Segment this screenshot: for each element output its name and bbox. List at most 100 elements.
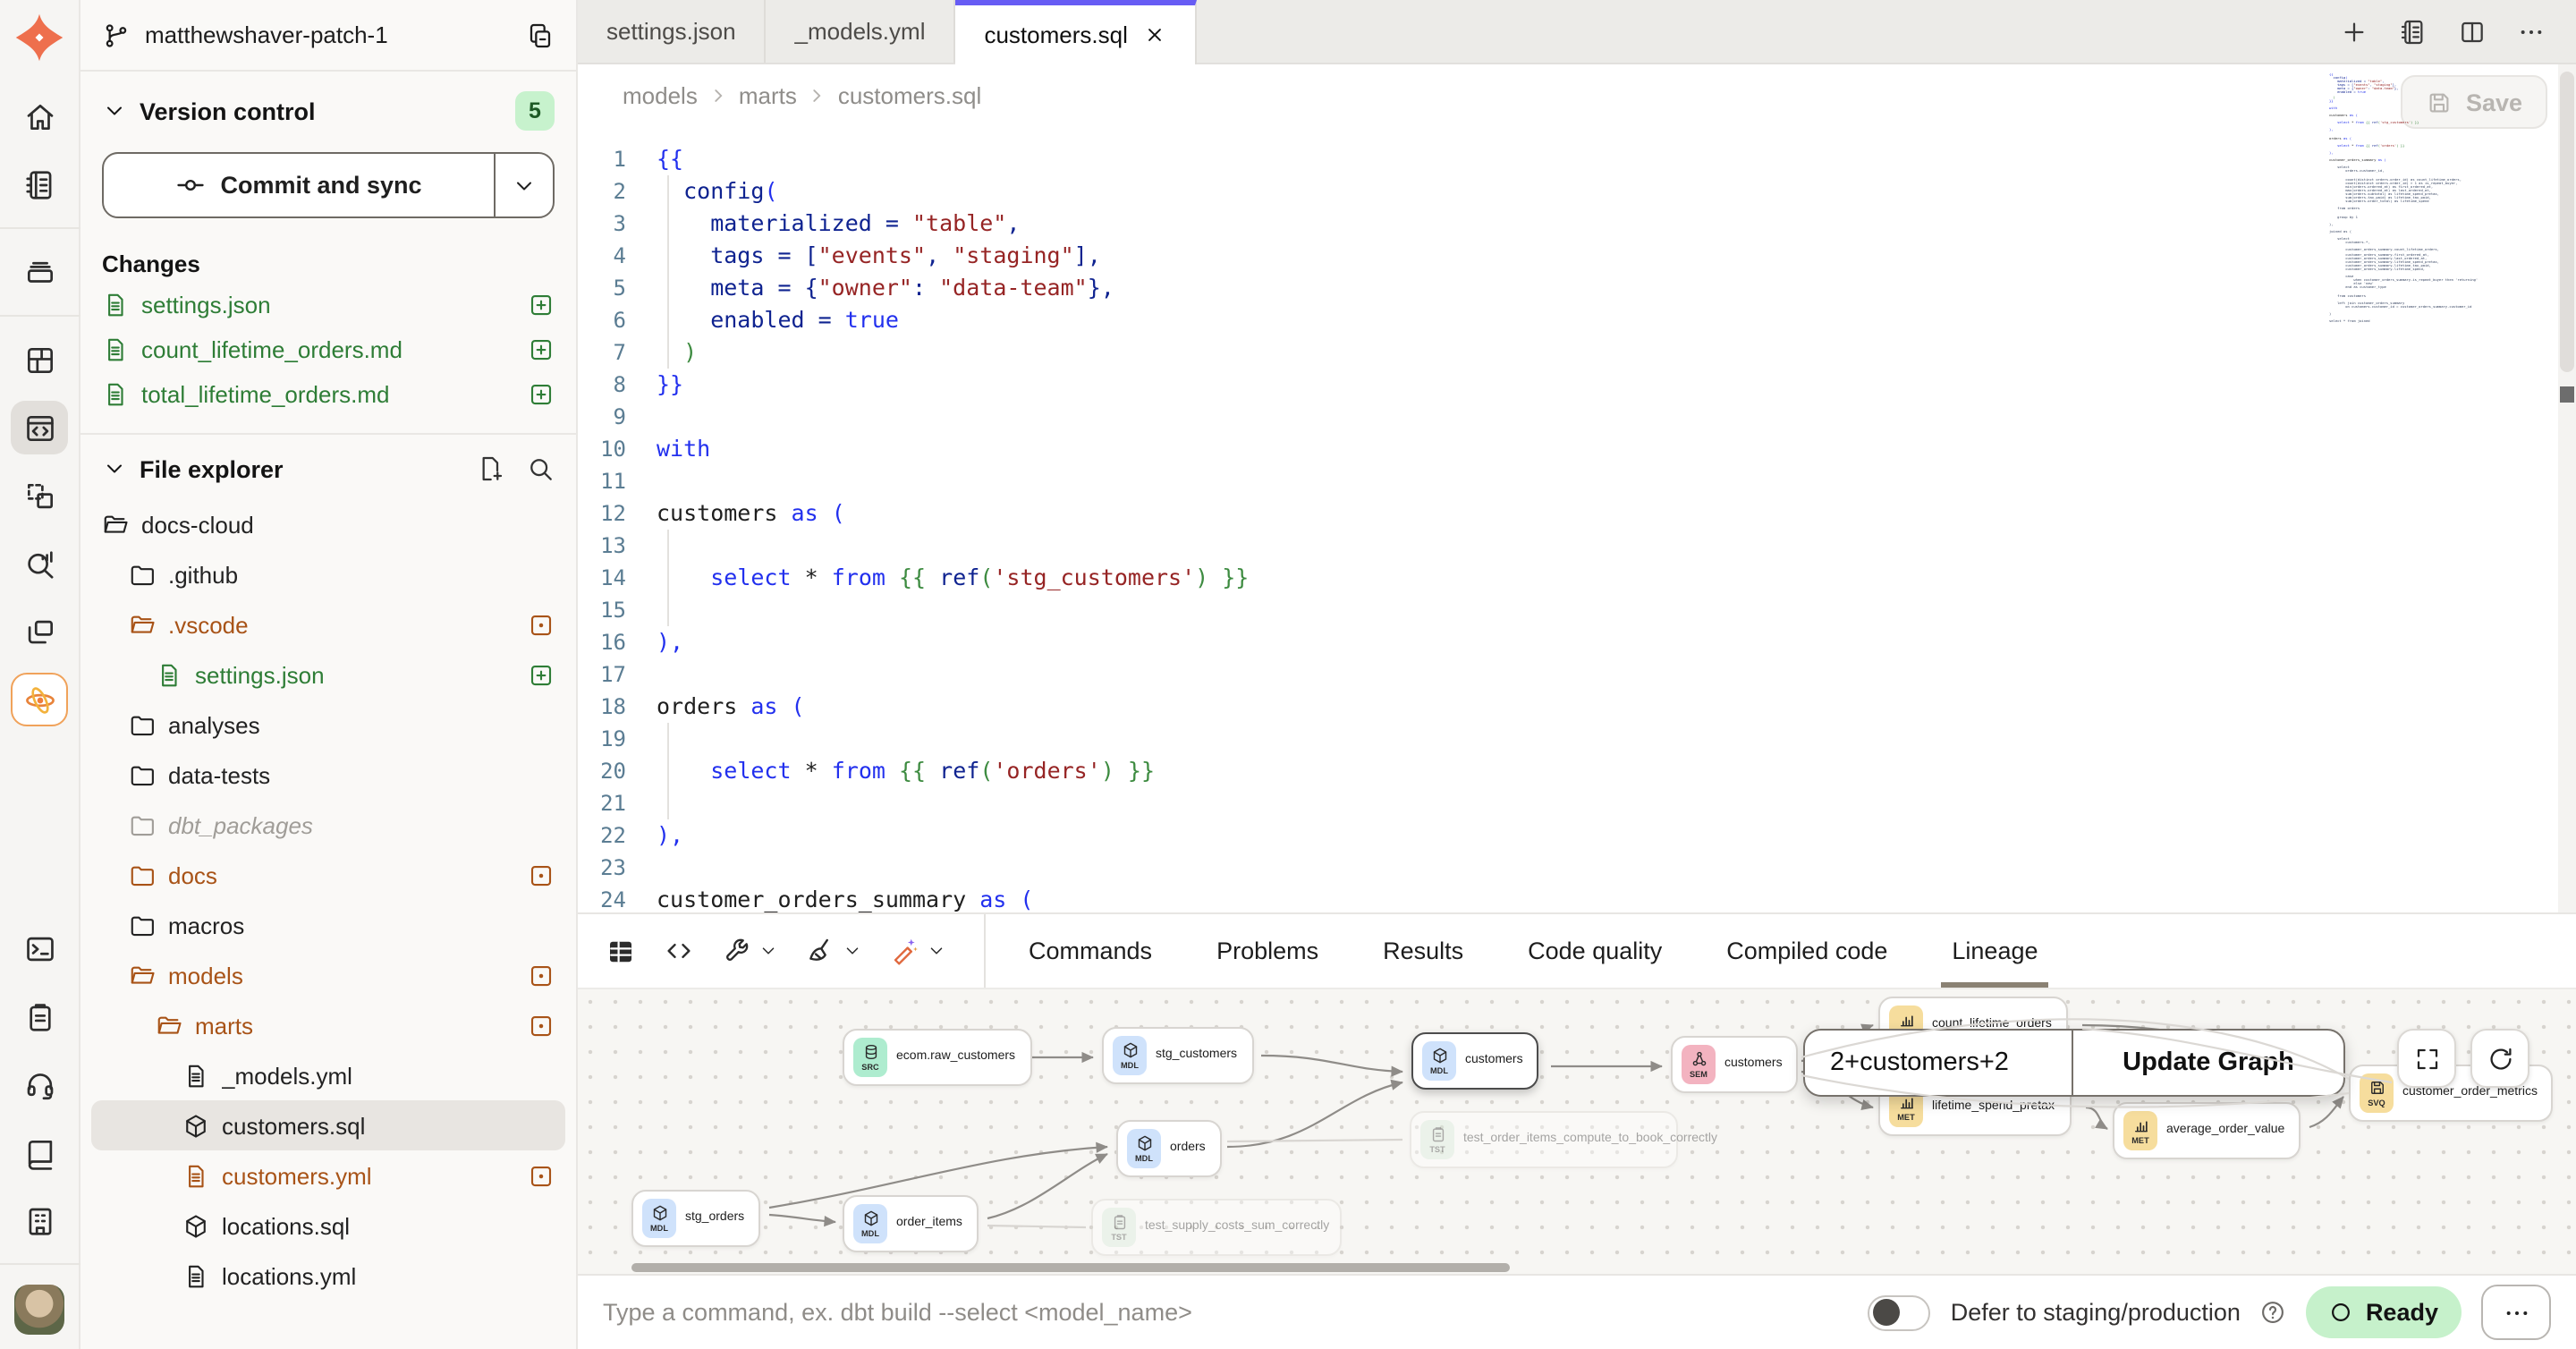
tree-item-_models.yml[interactable]: _models.yml xyxy=(80,1050,576,1100)
drawer-icon[interactable] xyxy=(11,245,68,299)
tree-item-locations.yml[interactable]: locations.yml xyxy=(80,1251,576,1301)
added-plus-icon[interactable] xyxy=(528,381,555,408)
panel-tab-Code quality[interactable]: Code quality xyxy=(1496,914,1694,988)
lineage-node-stg_orders[interactable]: MDL stg_orders xyxy=(631,1190,760,1247)
dbt-logo-icon[interactable] xyxy=(13,11,66,64)
lineage-node-customers[interactable]: MDL customers xyxy=(1411,1032,1539,1090)
preview-table-icon[interactable] xyxy=(605,935,637,967)
line-text: materialized = "table", xyxy=(653,208,1020,240)
tree-item-.vscode[interactable]: .vscode xyxy=(80,599,576,649)
file-explorer-header[interactable]: File explorer xyxy=(80,435,576,496)
dashboard-icon[interactable] xyxy=(11,333,68,386)
lineage-node-ecom.raw_customers[interactable]: SRC ecom.raw_customers xyxy=(843,1029,1031,1086)
tree-item-settings.json[interactable]: settings.json xyxy=(80,649,576,700)
tree-item-customers.yml[interactable]: customers.yml xyxy=(80,1150,576,1201)
tree-item-label: docs-cloud xyxy=(141,511,555,538)
orchestration-icon[interactable] xyxy=(11,605,68,658)
lineage-node-orders[interactable]: MDL orders xyxy=(1116,1120,1222,1177)
lineage-node-average_order_value[interactable]: MET average_order_value xyxy=(2113,1102,2301,1159)
tree-item-label: models xyxy=(168,962,515,988)
tree-item-macros[interactable]: macros xyxy=(80,900,576,950)
tabbar-actions xyxy=(2309,0,2576,63)
more-actions-button[interactable] xyxy=(2481,1285,2551,1340)
home-icon[interactable] xyxy=(11,89,68,143)
build-tool-button[interactable] xyxy=(721,936,778,966)
tab-_models.yml[interactable]: _models.yml xyxy=(767,0,956,63)
added-plus-icon[interactable] xyxy=(528,292,555,318)
organization-icon[interactable] xyxy=(11,1193,68,1247)
tab-settings.json[interactable]: settings.json xyxy=(578,0,767,63)
changed-file-row[interactable]: total_lifetime_orders.md xyxy=(80,372,576,417)
defer-toggle[interactable] xyxy=(1868,1294,1931,1330)
search-icon[interactable] xyxy=(526,454,555,483)
sem-icon xyxy=(1690,1050,1707,1068)
commit-options-button[interactable] xyxy=(496,154,553,216)
line-text: ) xyxy=(653,336,697,369)
tree-item-data-tests[interactable]: data-tests xyxy=(80,750,576,800)
minimap[interactable]: {{ config( materialized = "table", tags … xyxy=(2329,73,2479,325)
panel-tab-Results[interactable]: Results xyxy=(1351,914,1496,988)
lineage-search-input[interactable]: 2+customers+2 xyxy=(1805,1031,2073,1095)
visual-editor-icon[interactable] xyxy=(11,469,68,522)
code-area[interactable]: 1{{2 config(3 materialized = "table",4 t… xyxy=(578,143,2576,912)
lineage-node-test_order_items_compute_to_book_correctly[interactable]: TST test_order_items_compute_to_book_cor… xyxy=(1410,1111,1678,1168)
scrollbar-thumb[interactable] xyxy=(2560,72,2574,372)
support-icon[interactable] xyxy=(11,1057,68,1111)
fullscreen-button[interactable] xyxy=(2397,1029,2456,1088)
tree-item-docs-cloud[interactable]: docs-cloud xyxy=(80,499,576,549)
tree-item-locations.sql[interactable]: locations.sql xyxy=(80,1201,576,1251)
editor-scrollbar[interactable] xyxy=(2558,64,2576,912)
tree-item-analyses[interactable]: analyses xyxy=(80,700,576,750)
user-avatar[interactable] xyxy=(14,1285,64,1335)
clipboard-icon[interactable] xyxy=(11,989,68,1043)
panel-tab-Problems[interactable]: Problems xyxy=(1184,914,1351,988)
added-plus-icon[interactable] xyxy=(528,336,555,363)
help-icon[interactable] xyxy=(2260,1299,2287,1326)
line-number: 10 xyxy=(578,433,653,465)
ready-status-badge[interactable]: Ready xyxy=(2307,1286,2462,1338)
explore-icon[interactable] xyxy=(11,537,68,590)
update-graph-button[interactable]: Update Graph xyxy=(2073,1031,2343,1095)
tree-item-.github[interactable]: .github xyxy=(80,549,576,599)
close-icon[interactable] xyxy=(1144,23,1167,47)
refresh-graph-button[interactable] xyxy=(2470,1029,2529,1088)
branch-selector[interactable]: matthewshaver-patch-1 xyxy=(80,0,576,72)
panel-tab-Commands[interactable]: Commands xyxy=(996,914,1184,988)
modified-dot-icon xyxy=(528,861,555,888)
new-file-icon[interactable] xyxy=(476,454,504,483)
format-tool-button[interactable] xyxy=(805,936,862,966)
tree-item-docs[interactable]: docs xyxy=(80,850,576,900)
lineage-hscrollbar[interactable] xyxy=(631,1263,1511,1272)
copilot-atom-icon[interactable] xyxy=(11,673,68,726)
tree-item-dbt_packages[interactable]: dbt_packages xyxy=(80,800,576,850)
tree-item-customers.sql[interactable]: customers.sql xyxy=(91,1100,565,1150)
docs-icon[interactable] xyxy=(11,1125,68,1179)
changed-file-row[interactable]: settings.json xyxy=(80,283,576,327)
changed-file-row[interactable]: count_lifetime_orders.md xyxy=(80,327,576,372)
lineage-canvas[interactable]: SRC ecom.raw_customers MDL stg_customers… xyxy=(578,988,2576,1274)
split-editor-icon[interactable] xyxy=(2458,17,2487,46)
commit-and-sync-button[interactable]: Commit and sync xyxy=(104,154,496,216)
lineage-node-stg_customers[interactable]: MDL stg_customers xyxy=(1102,1027,1253,1084)
tab-customers.sql[interactable]: customers.sql xyxy=(955,0,1197,64)
tree-item-models[interactable]: models xyxy=(80,950,576,1000)
command-input[interactable]: Type a command, ex. dbt build --select <… xyxy=(603,1299,1192,1326)
compile-code-icon[interactable] xyxy=(664,936,694,966)
more-options-icon[interactable] xyxy=(2517,17,2546,46)
status-circle-icon xyxy=(2330,1301,2353,1324)
notebook-panel-icon[interactable] xyxy=(2399,17,2428,46)
panel-tab-Lineage[interactable]: Lineage xyxy=(1919,914,2070,988)
code-editor-icon[interactable] xyxy=(11,401,68,454)
terminal-icon[interactable] xyxy=(11,921,68,975)
version-control-header[interactable]: Version control 5 xyxy=(80,72,576,143)
panel-tab-Compiled code[interactable]: Compiled code xyxy=(1694,914,1919,988)
lineage-node-test_supply_costs_sum_correctly[interactable]: TST test_supply_costs_sum_correctly xyxy=(1091,1199,1342,1256)
code-line: 18orders as ( xyxy=(578,691,2576,723)
notebook-icon[interactable] xyxy=(11,157,68,211)
copilot-tool-button[interactable] xyxy=(889,936,946,966)
new-tab-icon[interactable] xyxy=(2340,17,2368,46)
lineage-node-order_items[interactable]: MDL order_items xyxy=(843,1195,979,1252)
lineage-node-customers[interactable]: SEM customers xyxy=(1671,1036,1799,1093)
tree-item-marts[interactable]: marts xyxy=(80,1000,576,1050)
copy-icon[interactable] xyxy=(526,21,555,49)
